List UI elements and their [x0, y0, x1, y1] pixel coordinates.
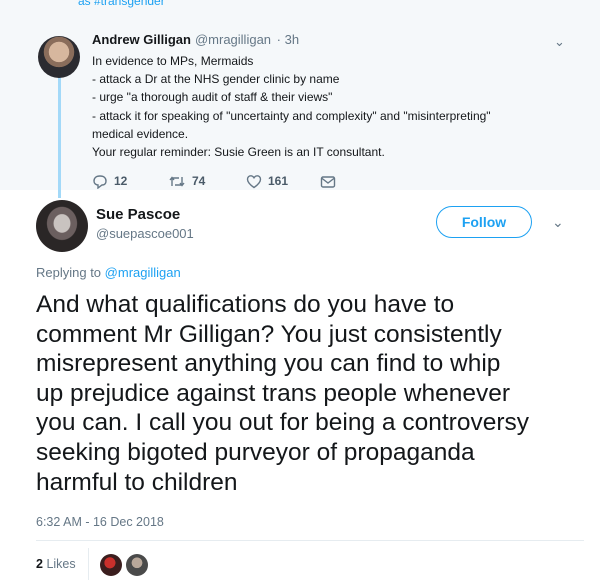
author-handle[interactable]: @suepascoe001 — [96, 226, 194, 241]
reply-icon — [93, 175, 107, 190]
author-handle[interactable]: @mragilligan — [195, 32, 271, 47]
tweet-text-line: up prejudice against trans people whenev… — [36, 379, 510, 407]
replying-prefix: Replying to — [36, 265, 102, 280]
tweet-text: And what qualifications do you have to c… — [36, 290, 584, 497]
tweet-text-line: seeking bigoted purveyor of propaganda — [36, 438, 475, 466]
author-name[interactable]: Sue Pascoe — [96, 206, 180, 223]
follow-button[interactable]: Follow — [436, 206, 532, 238]
likes-label: Likes — [46, 557, 76, 571]
tweet-text-line: harmful to children — [36, 468, 238, 496]
tweet-timestamp[interactable]: 6:32 AM - 16 Dec 2018 — [36, 515, 164, 529]
parent-tweet-text: In evidence to MPs, Mermaids - attack a … — [92, 52, 572, 161]
chevron-down-icon[interactable]: ⌄ — [554, 34, 565, 50]
reply-button[interactable]: 12 — [92, 174, 127, 190]
message-button[interactable] — [320, 174, 336, 189]
author-name[interactable]: Andrew Gilligan — [92, 32, 191, 47]
chevron-down-icon[interactable]: ⌄ — [552, 214, 564, 231]
liker-avatar[interactable] — [126, 554, 148, 576]
hashtag-link[interactable]: as #transgender — [78, 0, 165, 8]
replying-to-link[interactable]: @mragilligan — [105, 265, 181, 280]
tweet-text-line: comment Mr Gilligan? You just consistent… — [36, 320, 502, 348]
thread-line — [58, 70, 61, 198]
divider — [88, 548, 89, 580]
divider — [36, 540, 584, 541]
tweet-text-line: - urge "a thorough audit of staff & thei… — [92, 90, 333, 105]
parent-tweet[interactable]: Andrew Gilligan @mragilligan · 3h ⌄ In ev… — [0, 12, 600, 198]
tweet-text-line: misrepresent anything you can find to wh… — [36, 350, 501, 378]
avatar[interactable] — [36, 200, 88, 252]
liker-avatar[interactable] — [100, 554, 122, 576]
tweet-text-line: - attack it for speaking of "uncertainty… — [92, 108, 491, 123]
tweet-time[interactable]: · 3h — [277, 32, 299, 47]
envelope-icon — [320, 176, 336, 188]
avatar[interactable] — [38, 36, 80, 78]
likes-number: 2 — [36, 557, 43, 571]
tweet-text-line: Your regular reminder: Susie Green is an… — [92, 145, 385, 160]
heart-icon — [246, 175, 262, 189]
tweet-text-line: medical evidence. — [92, 126, 189, 141]
retweet-icon — [169, 176, 185, 187]
replying-to: Replying to @mragilligan — [36, 265, 181, 280]
parent-tweet-header: Andrew Gilligan @mragilligan · 3h — [92, 32, 299, 47]
likes-count[interactable]: 2 Likes — [36, 557, 76, 571]
tweet-text-line: you can. I call you out for being a cont… — [36, 409, 529, 437]
tweet-text-line: And what qualifications do you have to — [36, 291, 455, 318]
like-button[interactable]: 161 — [246, 174, 288, 189]
tweet-text-line: - attack a Dr at the NHS gender clinic b… — [92, 72, 340, 87]
tweet-text-line: In evidence to MPs, Mermaids — [92, 54, 254, 68]
retweet-button[interactable]: 74 — [168, 174, 205, 189]
